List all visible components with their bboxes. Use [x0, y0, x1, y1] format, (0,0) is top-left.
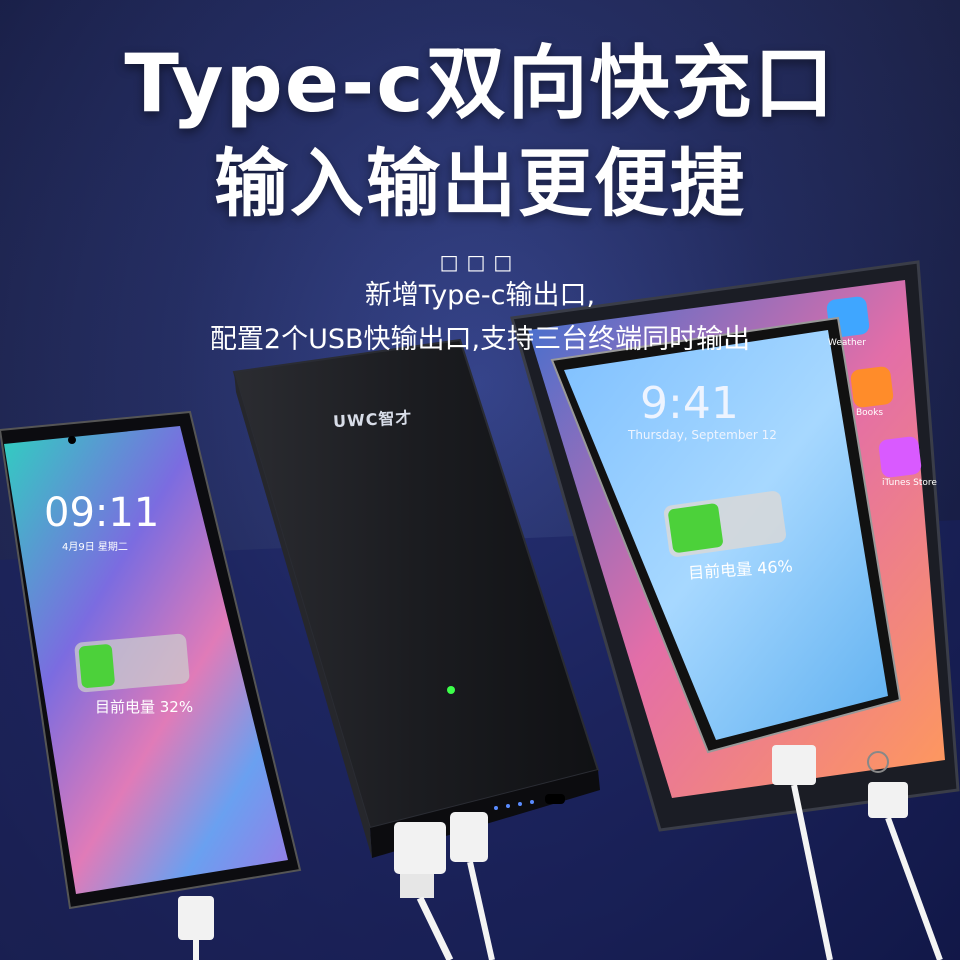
- left-phone-battery-text: 目前电量 32%: [95, 698, 194, 716]
- usb-a-plug: [394, 822, 446, 874]
- subtitle-line1: 新增Type-c输出口,: [364, 280, 596, 311]
- itunes-app-icon: [878, 436, 922, 478]
- app-label-books: Books: [856, 408, 884, 418]
- typec-port: [545, 794, 565, 804]
- subtitle-line2: 配置2个USB快输出口,支持三台终端同时输出: [209, 324, 751, 355]
- app-label-itunes: iTunes Store: [882, 478, 937, 488]
- right-battery-fill: [668, 503, 723, 553]
- divider-dots: □□□: [439, 250, 521, 274]
- headline-line1: Type-c双向快充口: [124, 37, 836, 130]
- right-usb-plug: [772, 745, 816, 785]
- usb-c-plug: [450, 812, 488, 862]
- books-app-icon: [850, 366, 894, 408]
- app-label-weather: Weather: [828, 338, 866, 348]
- power-bank-logo: UWC智才: [332, 407, 413, 432]
- power-led: [447, 686, 455, 694]
- headline-line2: 输入输出更便捷: [214, 141, 746, 227]
- left-phone-time: 09:11: [44, 490, 160, 536]
- tablet-usb-plug: [868, 782, 908, 818]
- right-phone-date: Thursday, September 12: [628, 428, 777, 442]
- left-usb-plug: [178, 896, 214, 940]
- right-phone-time: 9:41: [640, 378, 739, 429]
- left-phone-date: 4月9日 星期二: [62, 542, 128, 553]
- left-battery-fill: [78, 644, 115, 688]
